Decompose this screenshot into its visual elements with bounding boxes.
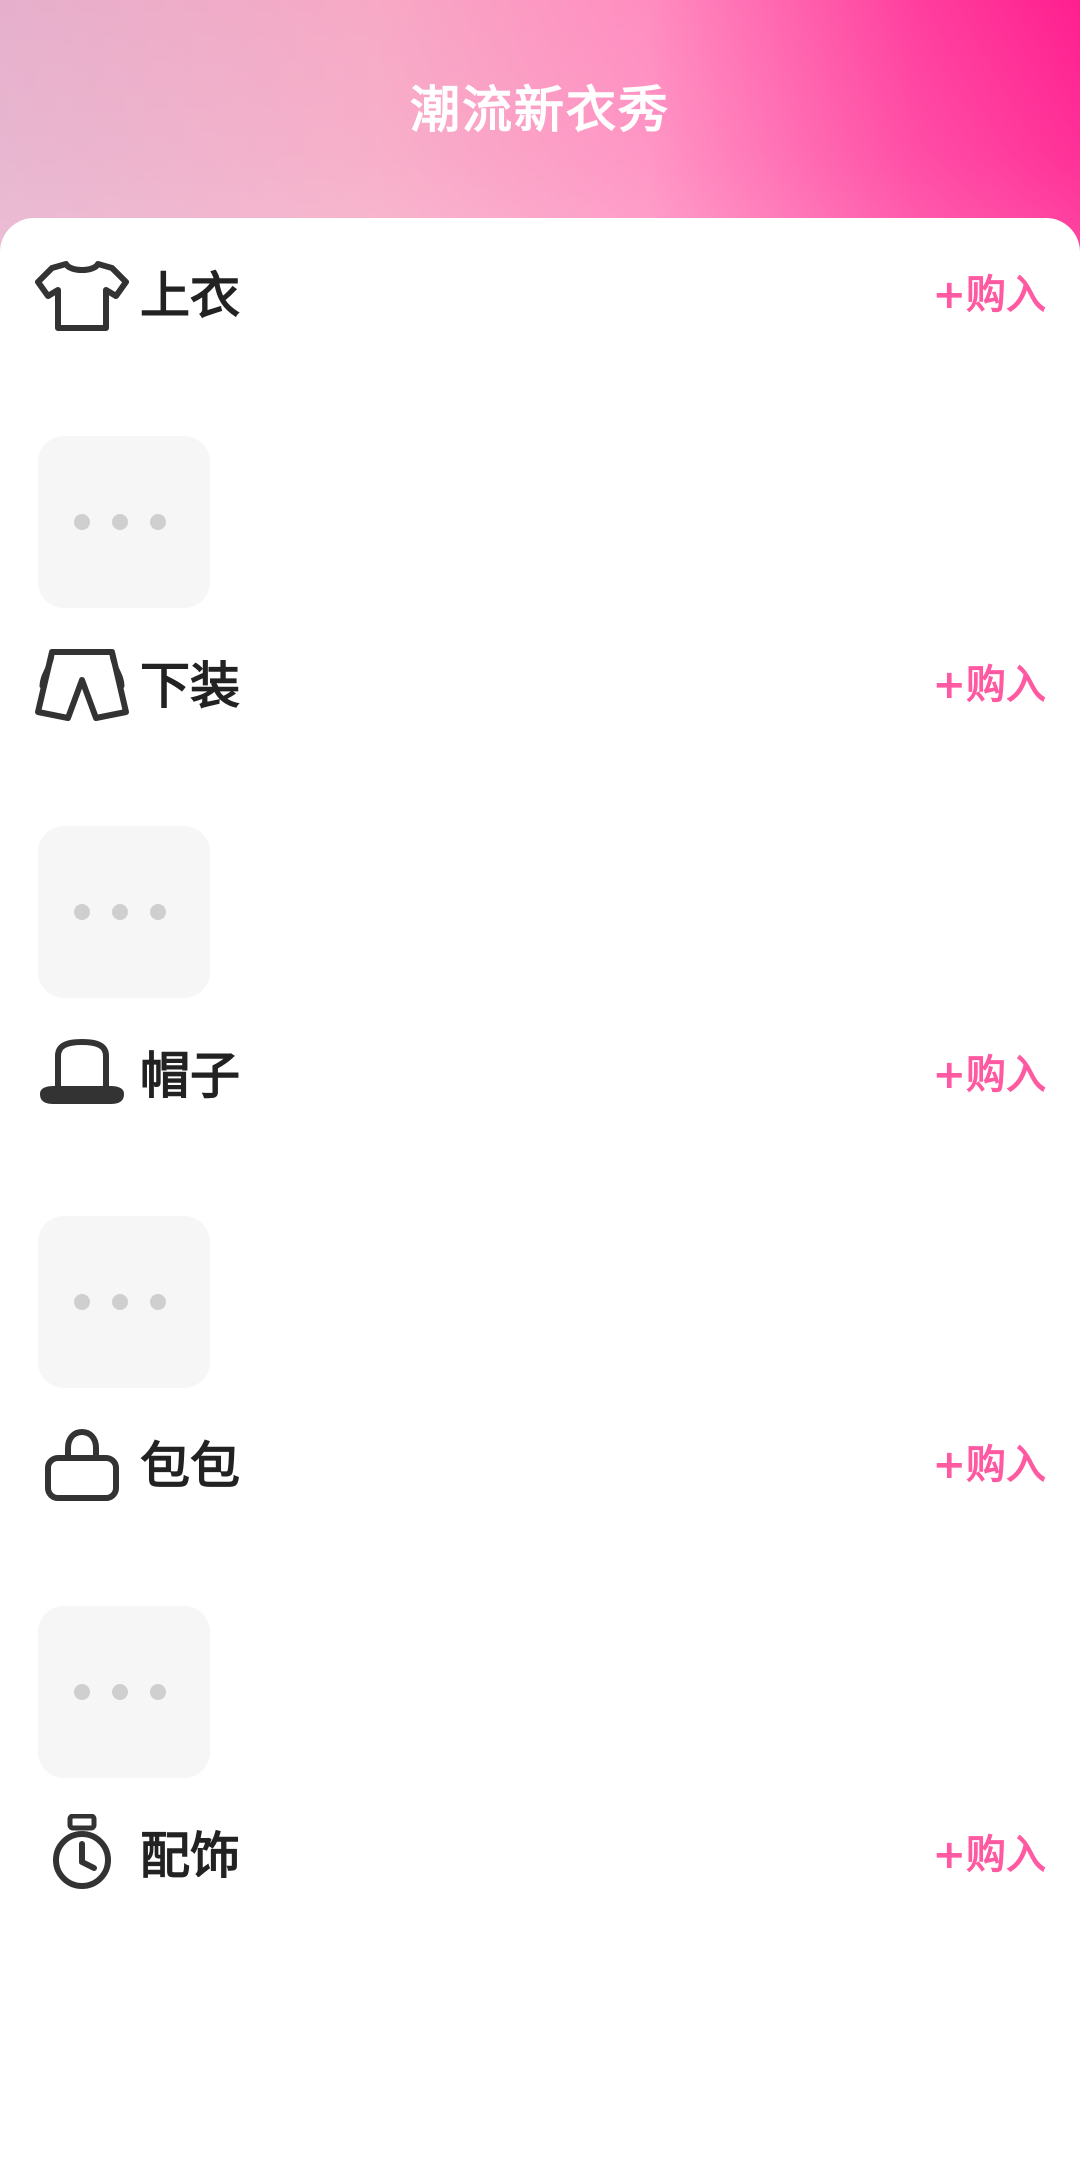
buy-button[interactable]: +购入	[932, 1442, 1046, 1488]
more-dots-icon	[74, 1294, 174, 1310]
category-label: 配饰	[140, 1827, 240, 1885]
category-section-hats: 帽子 +购入	[0, 998, 1080, 1388]
category-section-accessories: 配饰 +购入	[0, 1778, 1080, 2168]
category-header: 上衣 +购入	[34, 246, 1046, 336]
more-dots-icon	[74, 1684, 174, 1700]
category-section-bags: 包包 +购入	[0, 1388, 1080, 1778]
category-label: 下装	[140, 657, 240, 715]
category-label: 上衣	[140, 267, 240, 325]
more-dots-icon	[74, 904, 174, 920]
bag-icon	[34, 1424, 130, 1504]
item-placeholder[interactable]	[38, 826, 210, 998]
category-header: 包包 +购入	[34, 1416, 1046, 1506]
page-title: 潮流新衣秀	[410, 81, 670, 139]
t-shirt-icon	[34, 254, 130, 334]
category-label: 包包	[140, 1437, 240, 1495]
buy-button[interactable]: +购入	[932, 1052, 1046, 1098]
category-header: 配饰 +购入	[34, 1806, 1046, 1896]
category-section-bottoms: 下装 +购入	[0, 608, 1080, 998]
watch-icon	[34, 1814, 130, 1894]
category-header: 帽子 +购入	[34, 1026, 1046, 1116]
buy-button[interactable]: +购入	[932, 1832, 1046, 1878]
buy-button[interactable]: +购入	[932, 662, 1046, 708]
hat-icon	[34, 1034, 130, 1114]
buy-button[interactable]: +购入	[932, 272, 1046, 318]
category-list: 上衣 +购入 下装 +购入 帽子 +购入 包包 +购入 配饰 +购入	[0, 218, 1080, 1920]
item-placeholder[interactable]	[38, 1606, 210, 1778]
item-placeholder[interactable]	[38, 436, 210, 608]
category-header: 下装 +购入	[34, 636, 1046, 726]
category-section-tops: 上衣 +购入	[0, 218, 1080, 608]
shorts-icon	[34, 644, 130, 724]
more-dots-icon	[74, 514, 174, 530]
item-placeholder[interactable]	[38, 1216, 210, 1388]
category-label: 帽子	[140, 1047, 240, 1105]
